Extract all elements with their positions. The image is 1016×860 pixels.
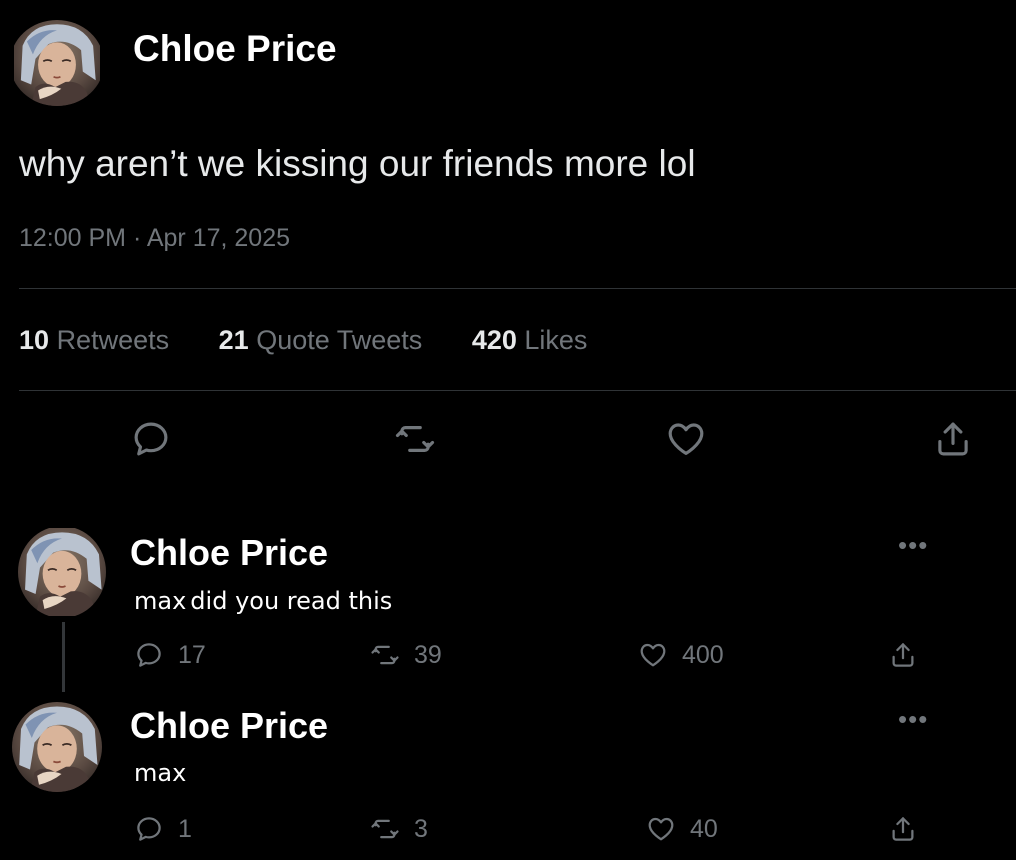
quotes-stat[interactable]: 21 Quote Tweets <box>219 325 423 356</box>
share-button[interactable] <box>888 640 918 670</box>
more-icon[interactable]: ••• <box>898 532 928 558</box>
like-icon <box>638 640 668 670</box>
quotes-count: 21 <box>218 325 249 355</box>
avatar-image <box>18 526 106 618</box>
like-button[interactable]: 40 <box>646 814 718 844</box>
retweet-count: 39 <box>414 640 442 669</box>
tweet-timestamp[interactable]: 12:00 PM · Apr 17, 2025 <box>19 224 290 253</box>
reply-author-name[interactable]: Chloe Price <box>130 532 328 574</box>
reply-text: max did you read this <box>134 587 392 615</box>
reply-avatar[interactable] <box>18 526 106 618</box>
author-avatar[interactable] <box>10 20 104 106</box>
reply-author-name[interactable]: Chloe Price <box>130 705 328 747</box>
thread-line <box>62 622 65 692</box>
avatar-image <box>10 20 104 106</box>
share-button[interactable] <box>888 814 918 844</box>
author-name[interactable]: Chloe Price <box>133 28 337 70</box>
reply-button[interactable]: 1 <box>134 814 192 844</box>
retweet-button[interactable]: 3 <box>370 814 428 844</box>
divider-bottom <box>19 390 1016 391</box>
retweet-icon <box>370 640 400 670</box>
reply-icon <box>134 640 164 670</box>
reply-button[interactable]: 17 <box>134 640 206 670</box>
likes-stat[interactable]: 420 Likes <box>472 325 588 356</box>
retweets-label: Retweets <box>56 325 170 355</box>
likes-label: Likes <box>524 325 588 355</box>
retweets-stat[interactable]: 10 Retweets <box>19 325 169 356</box>
reply-avatar[interactable] <box>12 702 102 792</box>
like-button[interactable]: 400 <box>638 640 724 670</box>
quotes-label: Quote Tweets <box>256 325 423 355</box>
retweet-count: 3 <box>414 814 428 843</box>
reply-handle[interactable]: max <box>134 587 186 615</box>
reply-icon[interactable] <box>130 418 172 460</box>
likes-count: 420 <box>471 325 517 355</box>
more-icon[interactable]: ••• <box>898 706 928 732</box>
retweets-count: 10 <box>19 325 50 355</box>
retweet-icon <box>370 814 400 844</box>
share-icon <box>888 814 918 844</box>
reply-body: did you read this <box>190 587 393 615</box>
reply-icon <box>134 814 164 844</box>
reply-count: 1 <box>178 814 192 843</box>
reply-text: max <box>134 759 190 787</box>
like-icon[interactable] <box>664 418 708 460</box>
retweet-icon[interactable] <box>392 418 438 460</box>
divider-top <box>19 288 1016 289</box>
like-count: 40 <box>690 814 718 843</box>
tweet-text: why aren’t we kissing our friends more l… <box>19 143 696 184</box>
share-icon[interactable] <box>932 418 974 460</box>
like-count: 400 <box>682 640 724 669</box>
share-icon <box>888 640 918 670</box>
reply-handle[interactable]: max <box>134 759 186 787</box>
avatar-image <box>12 702 102 792</box>
reply-count: 17 <box>178 640 206 669</box>
like-icon <box>646 814 676 844</box>
tweet-stats: 10 Retweets 21 Quote Tweets 420 Likes <box>19 325 629 356</box>
retweet-button[interactable]: 39 <box>370 640 442 670</box>
